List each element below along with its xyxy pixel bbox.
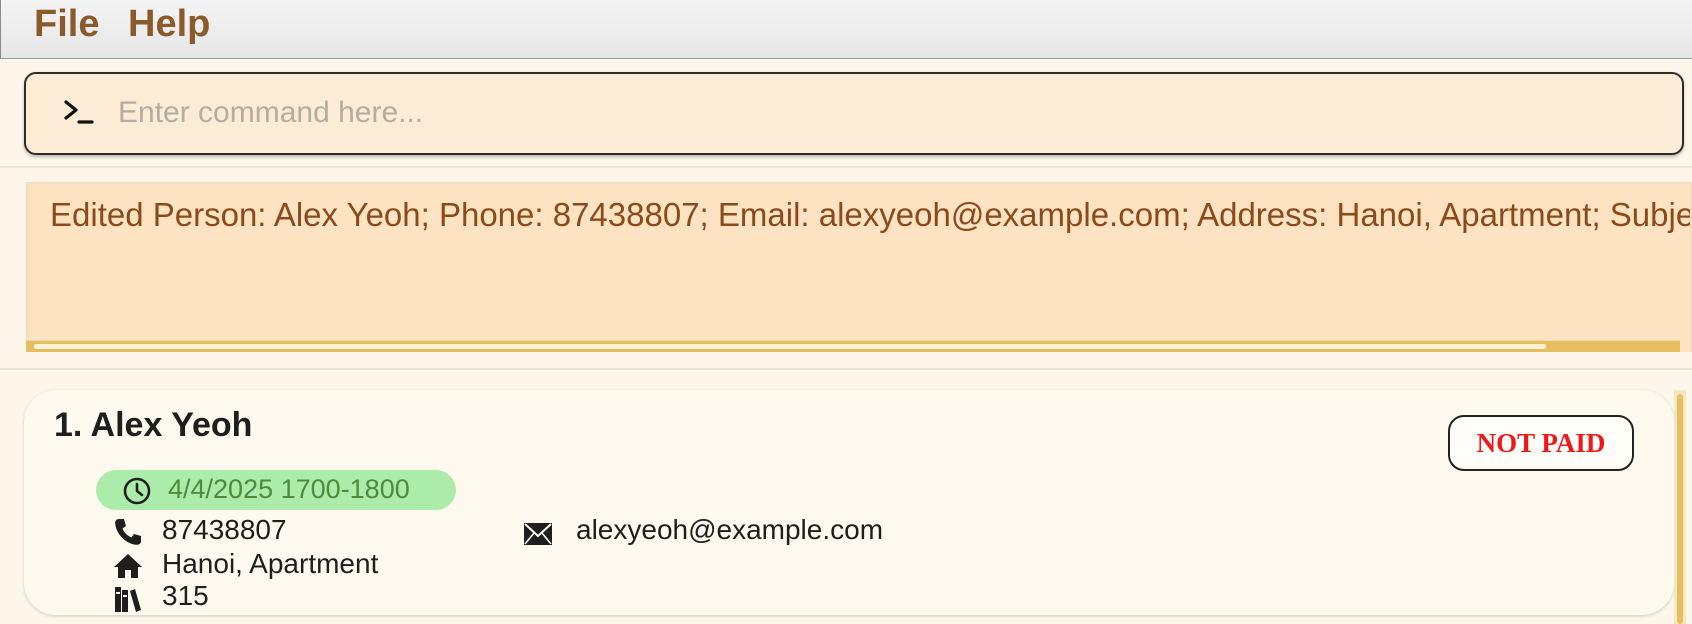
menu-file[interactable]: File xyxy=(34,3,99,46)
address: Hanoi, Apartment xyxy=(162,548,379,579)
person-list: 1. Alex Yeoh 4/4/2025 1700-1800 87438807… xyxy=(0,372,1692,624)
result-message: Edited Person: Alex Yeoh; Phone: 8743880… xyxy=(50,196,1692,233)
list-scroll-thumb[interactable] xyxy=(1677,394,1683,624)
books-icon xyxy=(115,587,141,612)
command-box[interactable] xyxy=(24,72,1684,155)
session-tag: 4/4/2025 1700-1800 xyxy=(96,470,456,510)
result-display: Edited Person: Alex Yeoh; Phone: 8743880… xyxy=(26,182,1692,352)
subject: 315 xyxy=(162,580,209,611)
email-address: alexyeoh@example.com xyxy=(576,514,884,545)
terminal-prompt-icon xyxy=(64,100,94,124)
clock-icon xyxy=(123,477,151,505)
session-time: 4/4/2025 1700-1800 xyxy=(168,474,410,504)
command-area xyxy=(0,60,1692,168)
result-horizontal-scrollbar[interactable] xyxy=(26,340,1680,352)
phone-number: 87438807 xyxy=(162,514,287,545)
envelope-icon xyxy=(524,523,552,545)
person-card[interactable]: 1. Alex Yeoh 4/4/2025 1700-1800 87438807… xyxy=(24,390,1674,615)
menu-bar: File Help xyxy=(0,0,1692,59)
result-scroll-thumb[interactable] xyxy=(34,344,1546,349)
menu-help[interactable]: Help xyxy=(128,3,210,46)
payment-status-badge: NOT PAID xyxy=(1448,415,1634,471)
home-icon xyxy=(114,554,142,578)
list-vertical-scrollbar[interactable] xyxy=(1674,390,1686,624)
command-input[interactable] xyxy=(116,88,1656,138)
phone-icon xyxy=(115,519,141,545)
result-display-area: Edited Person: Alex Yeoh; Phone: 8743880… xyxy=(0,170,1692,370)
person-name: 1. Alex Yeoh xyxy=(54,406,253,444)
